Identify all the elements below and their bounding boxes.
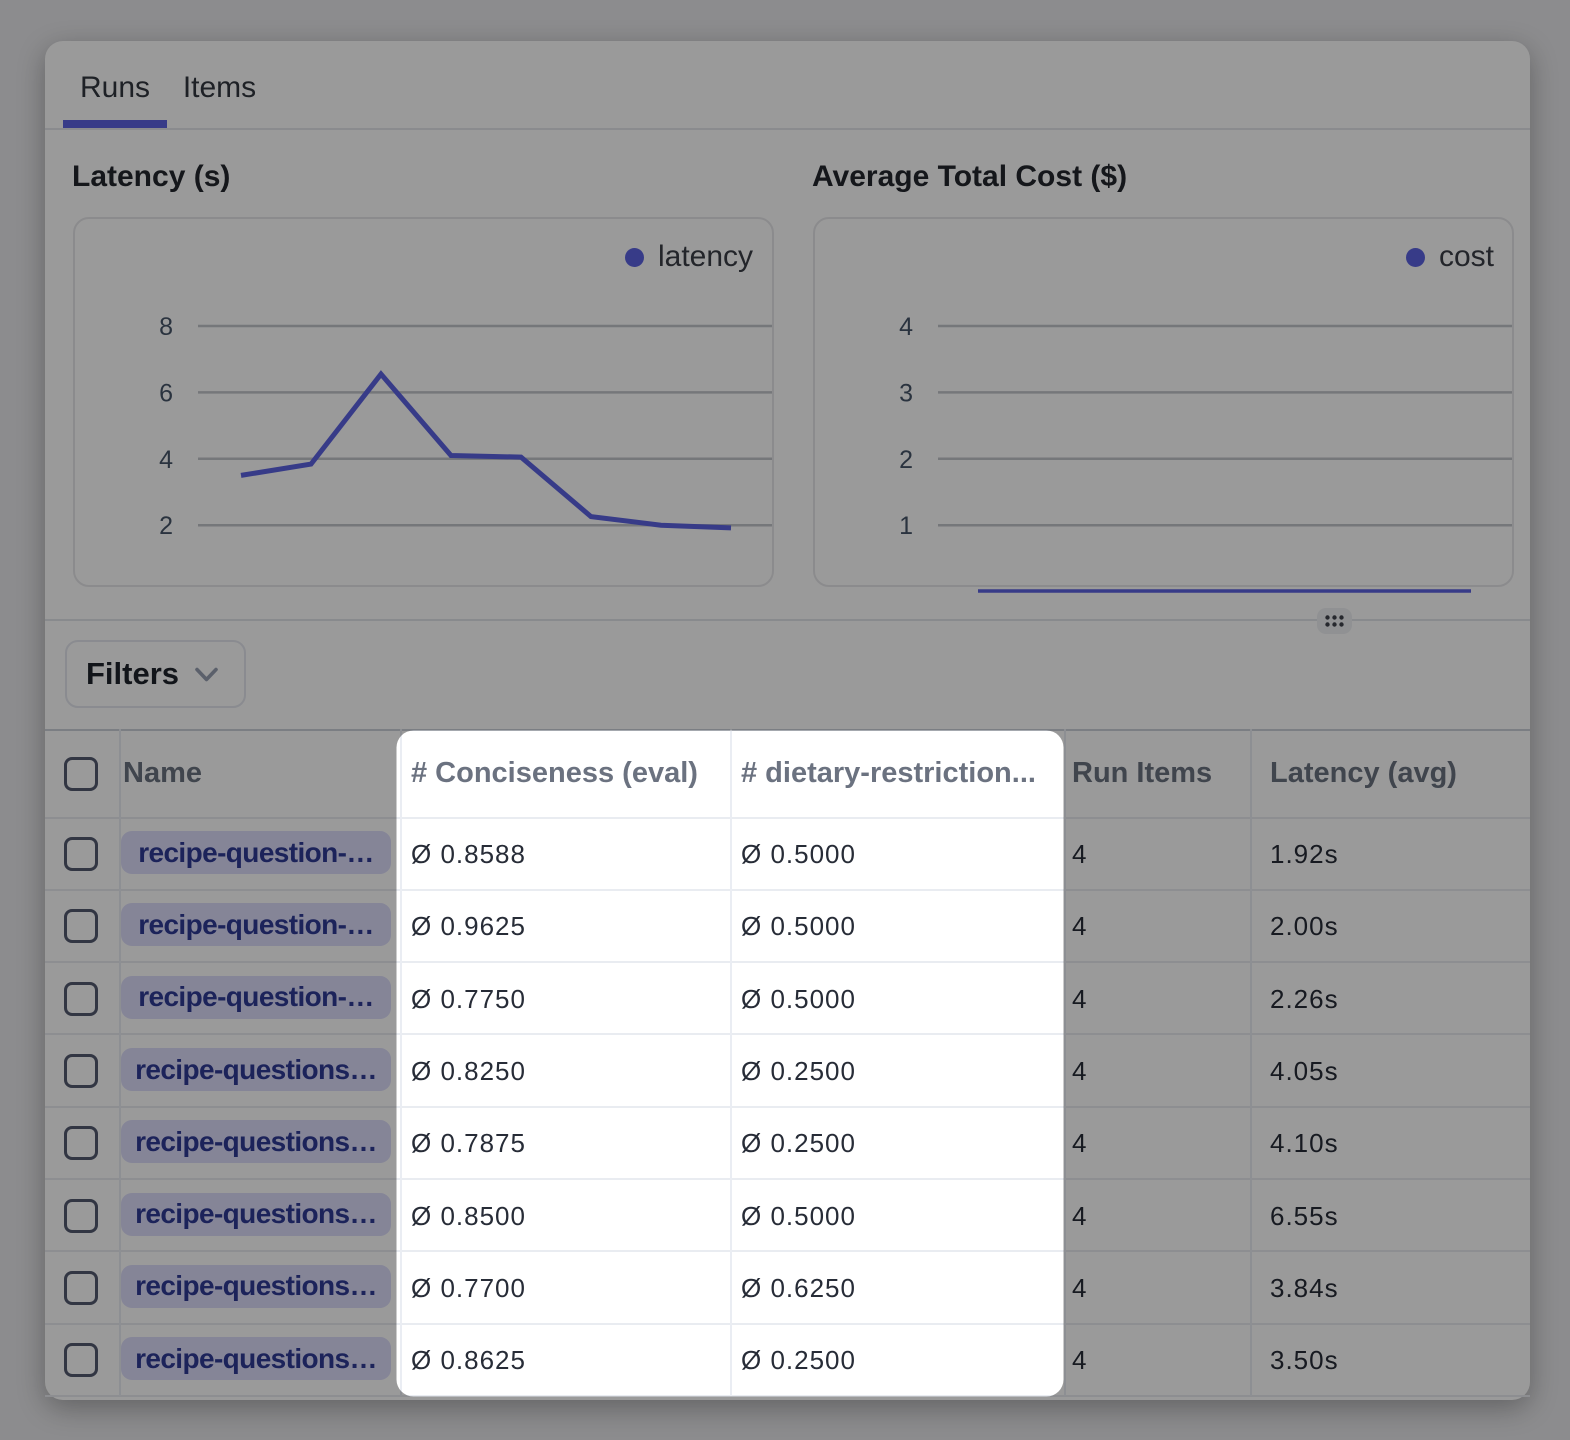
svg-text:4: 4	[899, 313, 913, 341]
svg-text:3: 3	[899, 379, 913, 407]
svg-text:4: 4	[159, 446, 173, 474]
svg-text:6: 6	[159, 379, 173, 407]
svg-text:2: 2	[899, 446, 913, 474]
svg-text:8: 8	[159, 313, 173, 341]
svg-text:1: 1	[899, 512, 913, 540]
svg-text:2: 2	[159, 512, 173, 540]
